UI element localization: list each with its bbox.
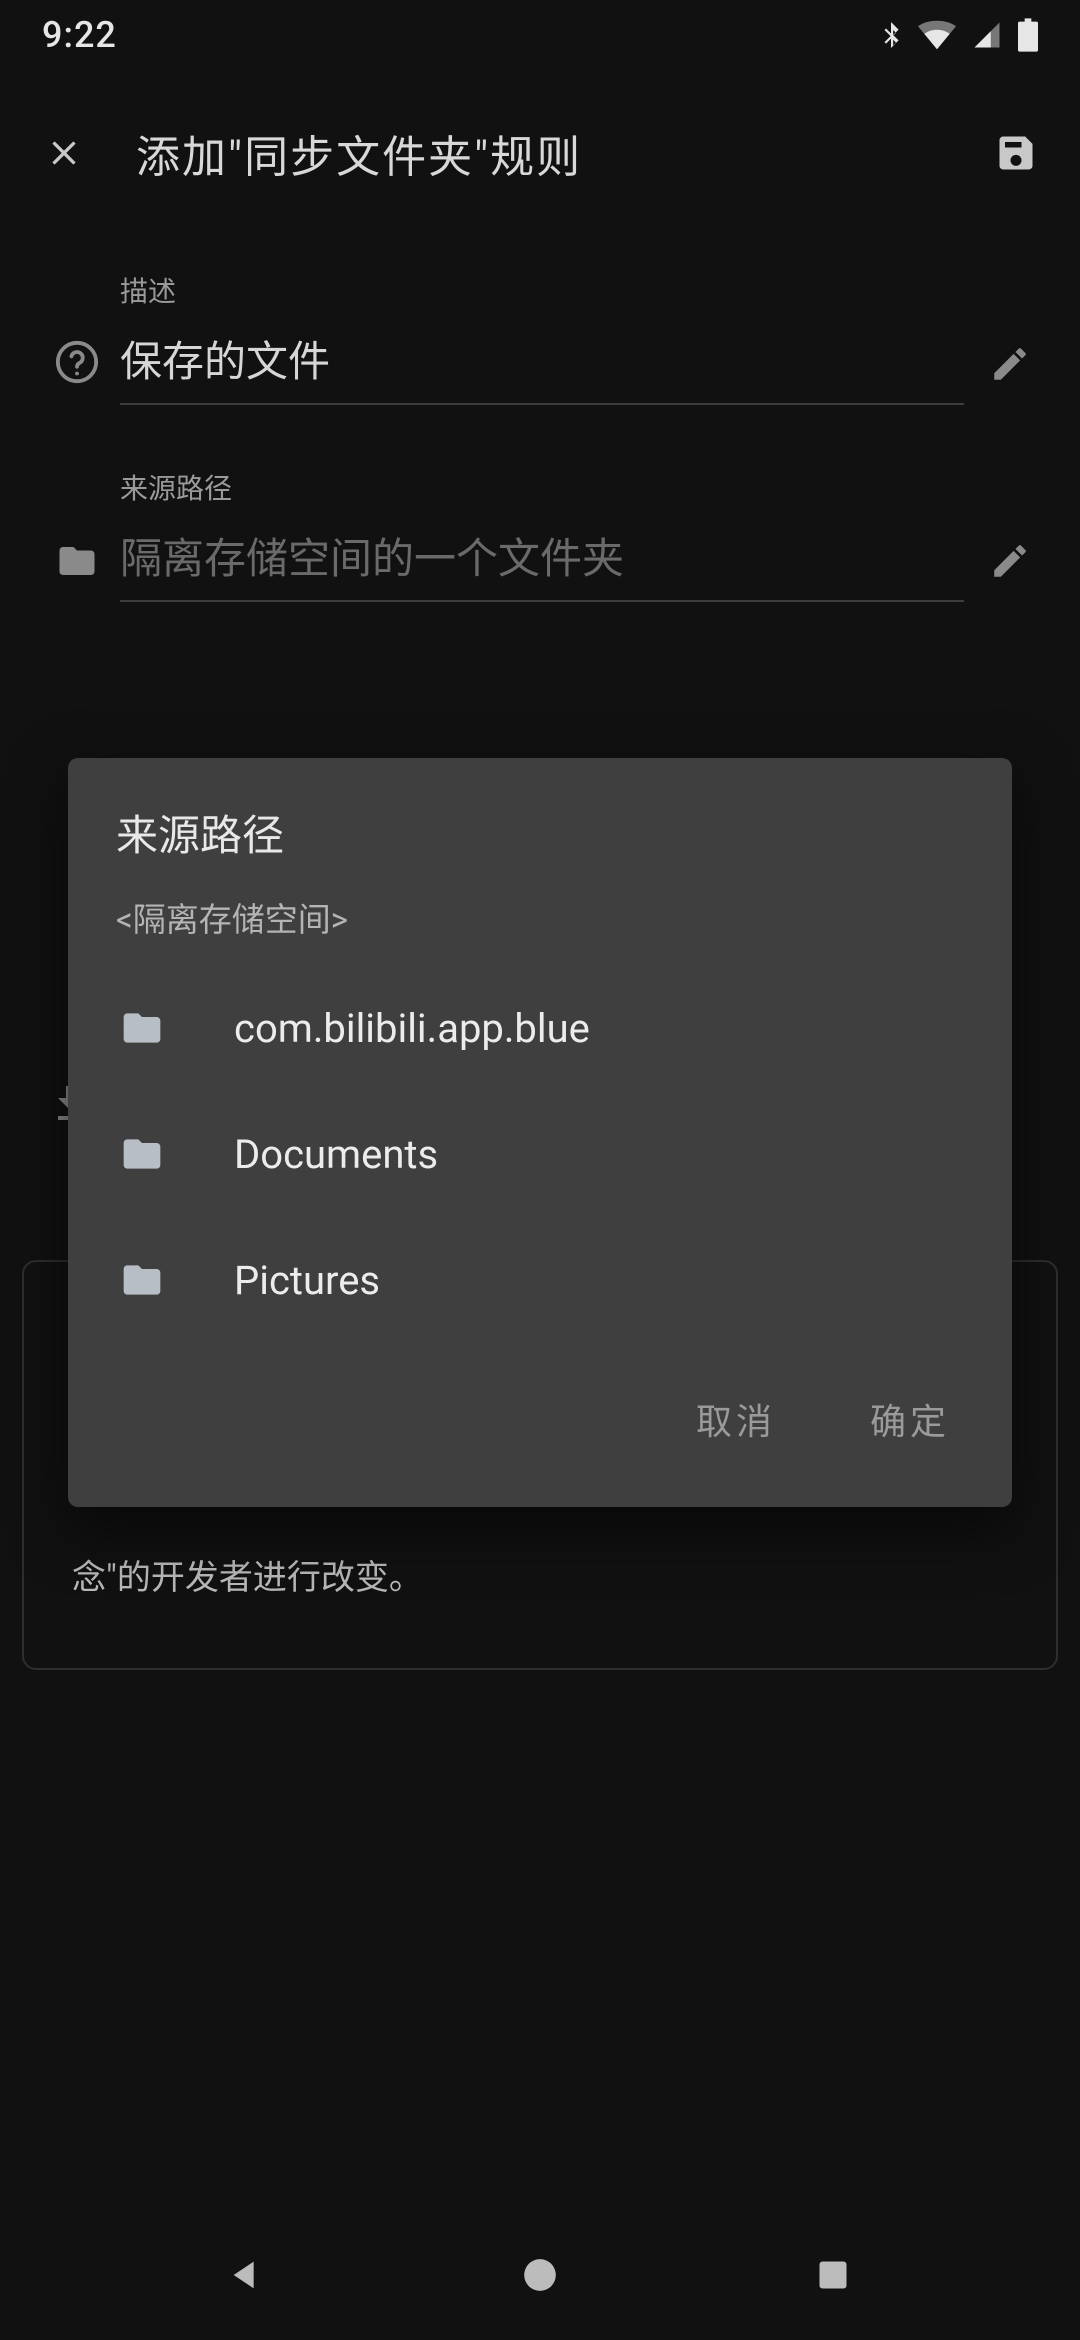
source-path-placeholder: 隔离存储空间的一个文件夹 [120,525,964,586]
source-path-field[interactable]: 来源路径 隔离存储空间的一个文件夹 [120,467,964,602]
ok-button[interactable]: 确定 [856,1381,964,1457]
description-row: 描述 保存的文件 [34,270,1046,405]
source-path-dialog: 来源路径 <隔离存储空间> com.bilibili.app.blue Docu… [68,758,1012,1507]
folder-item[interactable]: Pictures [68,1217,1012,1343]
status-time: 9:22 [42,14,117,56]
home-icon [521,2256,559,2294]
description-label: 描述 [120,270,964,310]
save-icon [994,131,1038,175]
signal-icon [970,20,1004,50]
close-button[interactable] [34,123,94,183]
battery-icon [1018,18,1038,52]
folder-icon [116,1132,176,1176]
description-value: 保存的文件 [120,328,964,389]
edit-icon [989,343,1031,385]
back-icon [227,2255,267,2295]
folder-item-label: Pictures [234,1257,380,1304]
edit-icon [989,540,1031,582]
nav-home-button[interactable] [500,2235,580,2315]
dialog-subtitle: <隔离存储空间> [68,893,1012,965]
save-button[interactable] [986,123,1046,183]
info-card-text: 念"的开发者进行改变。 [72,1552,1008,1604]
wifi-icon [918,20,956,50]
source-path-label: 来源路径 [120,467,964,507]
folder-item[interactable]: com.bilibili.app.blue [68,965,1012,1091]
folder-item-label: Documents [234,1131,438,1178]
close-icon [44,133,84,173]
status-bar: 9:22 [0,0,1080,70]
folder-icon-wrapper [34,540,120,602]
page-title: 添加"同步文件夹"规则 [136,121,986,185]
dialog-title: 来源路径 [68,802,1012,893]
folder-item-label: com.bilibili.app.blue [234,1005,590,1052]
nav-back-button[interactable] [207,2235,287,2315]
nav-recent-button[interactable] [793,2235,873,2315]
folder-icon [116,1006,176,1050]
source-path-row: 来源路径 隔离存储空间的一个文件夹 [34,467,1046,602]
status-icons [878,17,1038,53]
bluetooth-icon [878,17,904,53]
dialog-actions: 取消 确定 [68,1343,1012,1487]
recent-icon [815,2257,851,2293]
folder-icon [53,540,101,582]
cancel-button[interactable]: 取消 [682,1381,790,1457]
navigation-bar [0,2210,1080,2340]
folder-item[interactable]: Documents [68,1091,1012,1217]
help-icon [54,339,100,385]
description-edit-button[interactable] [974,343,1046,405]
folder-icon [116,1258,176,1302]
source-path-edit-button[interactable] [974,540,1046,602]
description-field[interactable]: 描述 保存的文件 [120,270,964,405]
form: 描述 保存的文件 来源路径 隔离存储空间的一个文件夹 [0,270,1080,664]
help-icon-wrapper[interactable] [34,339,120,405]
app-bar: 添加"同步文件夹"规则 [0,108,1080,198]
